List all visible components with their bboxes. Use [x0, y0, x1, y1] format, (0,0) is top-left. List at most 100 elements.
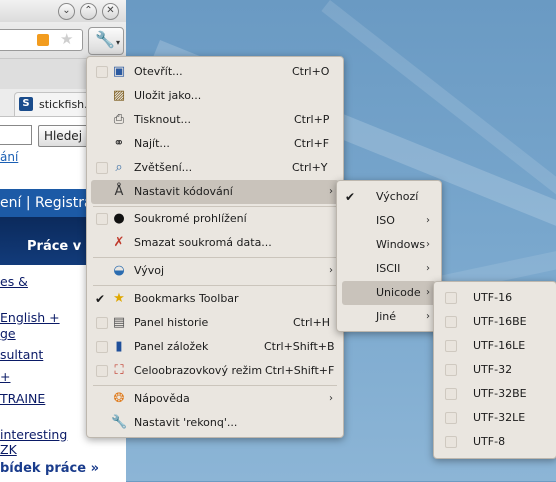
search-button[interactable]: Hledej — [38, 125, 88, 147]
job-link[interactable]: ZK — [0, 442, 17, 457]
chevron-right-icon: › — [329, 393, 333, 404]
chevron-right-icon: › — [426, 215, 430, 226]
job-link[interactable]: es & — [0, 274, 28, 289]
menu-item-label: Najít... — [134, 137, 170, 150]
menu-checkbox — [96, 365, 108, 377]
bookmarks-toolbar-icon: ★ — [113, 291, 125, 306]
menu-item-label: Otevřít... — [134, 65, 183, 78]
tools-menu: ▣ Otevřít... Ctrl+O ▨ Uložit jako... ⎙ T… — [86, 56, 344, 438]
binoculars-icon: ⚭ — [113, 136, 125, 151]
menu-item-encoding-windows[interactable]: Windows › — [337, 233, 441, 257]
checkmark-icon: ✔ — [345, 190, 356, 204]
tools-menu-button[interactable]: 🔧 ▾ — [88, 27, 124, 55]
more-jobs-link[interactable]: bídek práce » — [0, 461, 99, 476]
menu-item-zoom[interactable]: ⌕ Zvětšení... Ctrl+Y — [87, 156, 343, 180]
maximize-icon[interactable]: ⌃ — [80, 3, 97, 20]
menu-item-label: Bookmarks Toolbar — [134, 292, 239, 305]
menu-item-encoding-iso[interactable]: ISO › — [337, 209, 441, 233]
menu-item-utf32[interactable]: UTF-32 — [434, 358, 556, 382]
menu-separator — [93, 385, 337, 386]
menu-item-utf16le[interactable]: UTF-16LE — [434, 334, 556, 358]
job-link[interactable]: English + — [0, 310, 60, 325]
bookmark-star-icon[interactable]: ★ — [60, 30, 73, 48]
menu-checkbox — [445, 316, 457, 328]
menu-item-label: ISO — [376, 214, 395, 227]
rss-icon[interactable] — [37, 34, 49, 46]
menu-item-development[interactable]: ◒ Vývoj › — [87, 259, 343, 283]
menu-checkbox — [445, 292, 457, 304]
menu-item-find[interactable]: ⚭ Najít... Ctrl+F — [87, 132, 343, 156]
menu-item-shortcut: Ctrl+P — [294, 113, 330, 126]
menu-item-label: Nastavit kódování — [134, 185, 233, 198]
menu-item-label: UTF-32 — [473, 363, 513, 376]
development-icon: ◒ — [113, 263, 125, 278]
chevron-right-icon: › — [426, 287, 430, 298]
chevron-right-icon: › — [426, 263, 430, 274]
menu-item-help[interactable]: ❂ Nápověda › — [87, 387, 343, 411]
menu-item-label: Panel záložek — [134, 340, 209, 353]
menu-item-label: Výchozí — [376, 190, 419, 203]
menu-item-label: Tisknout... — [134, 113, 192, 126]
job-link[interactable]: sultant — [0, 347, 43, 362]
menu-item-history-panel[interactable]: ▤ Panel historie Ctrl+H — [87, 311, 343, 335]
menu-item-label: ISCII — [376, 262, 401, 275]
menu-item-label: Nápověda — [134, 392, 190, 405]
search-input[interactable] — [0, 125, 32, 145]
menu-item-label: Celoobrazovkový režim — [134, 364, 263, 377]
menu-item-encoding-default[interactable]: ✔ Výchozí — [337, 185, 441, 209]
menu-checkbox — [96, 66, 108, 78]
favicon: S — [19, 97, 33, 111]
help-icon: ❂ — [113, 391, 125, 406]
menu-item-utf32be[interactable]: UTF-32BE — [434, 382, 556, 406]
menu-item-fullscreen[interactable]: ⛶ Celoobrazovkový režim Ctrl+Shift+F — [87, 359, 343, 383]
zoom-icon: ⌕ — [115, 160, 123, 175]
job-link[interactable]: ge — [0, 326, 16, 341]
wrench-icon: 🔧 — [95, 30, 115, 49]
job-link[interactable]: interesting — [0, 427, 67, 442]
menu-item-configure[interactable]: 🔧 Nastavit 'rekonq'... — [87, 411, 343, 435]
menu-item-encoding-iscii[interactable]: ISCII › — [337, 257, 441, 281]
chevron-right-icon: › — [329, 265, 333, 276]
folder-open-icon: ▣ — [112, 64, 126, 79]
chevron-right-icon: › — [426, 311, 430, 322]
close-icon[interactable]: ✕ — [102, 3, 119, 20]
unicode-submenu: UTF-16 UTF-16BE UTF-16LE UTF-32 UTF-32BE… — [433, 281, 556, 459]
menu-item-save-as[interactable]: ▨ Uložit jako... — [87, 84, 343, 108]
menu-item-bookmarks-toolbar[interactable]: ✔ ★ Bookmarks Toolbar — [87, 287, 343, 311]
menu-item-label: Soukromé prohlížení — [134, 212, 247, 225]
url-bar[interactable]: ★ — [0, 29, 83, 51]
chevron-right-icon: › — [329, 186, 333, 197]
menu-item-utf8[interactable]: UTF-8 — [434, 430, 556, 454]
menu-item-bookmarks-panel[interactable]: ▮ Panel záložek Ctrl+Shift+B — [87, 335, 343, 359]
menu-item-set-encoding[interactable]: Å Nastavit kódování › — [91, 180, 339, 204]
menu-item-label: UTF-32LE — [473, 411, 526, 424]
printer-icon: ⎙ — [113, 112, 125, 127]
job-link[interactable]: TRAINE — [0, 391, 45, 406]
private-browsing-icon: ● — [113, 211, 125, 226]
menu-item-shortcut: Ctrl+Y — [292, 161, 328, 174]
menu-item-print[interactable]: ⎙ Tisknout... Ctrl+P — [87, 108, 343, 132]
minimize-icon[interactable]: ⌄ — [58, 3, 75, 20]
encoding-submenu: ✔ Výchozí ISO › Windows › ISCII › Unicod… — [336, 180, 442, 332]
menu-item-utf16[interactable]: UTF-16 — [434, 286, 556, 310]
menu-item-label: Vývoj — [134, 264, 165, 277]
fullscreen-icon: ⛶ — [114, 363, 124, 378]
menu-item-utf16be[interactable]: UTF-16BE — [434, 310, 556, 334]
menu-item-shortcut: Ctrl+Shift+F — [265, 364, 335, 377]
menu-item-encoding-other[interactable]: Jiné › — [337, 305, 441, 329]
menu-checkbox — [445, 388, 457, 400]
menu-separator — [93, 285, 337, 286]
job-link[interactable]: + — [0, 369, 10, 384]
menu-item-encoding-unicode[interactable]: Unicode › — [342, 281, 436, 305]
menu-checkbox — [445, 412, 457, 424]
menu-item-label: Nastavit 'rekonq'... — [134, 416, 238, 429]
menu-item-clear-private-data[interactable]: ✗ Smazat soukromá data... — [87, 231, 343, 255]
menu-item-utf32le[interactable]: UTF-32LE — [434, 406, 556, 430]
menu-item-label: UTF-16BE — [473, 315, 527, 328]
menu-checkbox — [96, 341, 108, 353]
menu-item-open[interactable]: ▣ Otevřít... Ctrl+O — [87, 60, 343, 84]
page-link[interactable]: ání — [0, 150, 18, 164]
menu-item-private-browsing[interactable]: ● Soukromé prohlížení — [87, 207, 343, 231]
configure-icon: 🔧 — [111, 415, 128, 430]
menu-item-shortcut: Ctrl+F — [294, 137, 330, 150]
